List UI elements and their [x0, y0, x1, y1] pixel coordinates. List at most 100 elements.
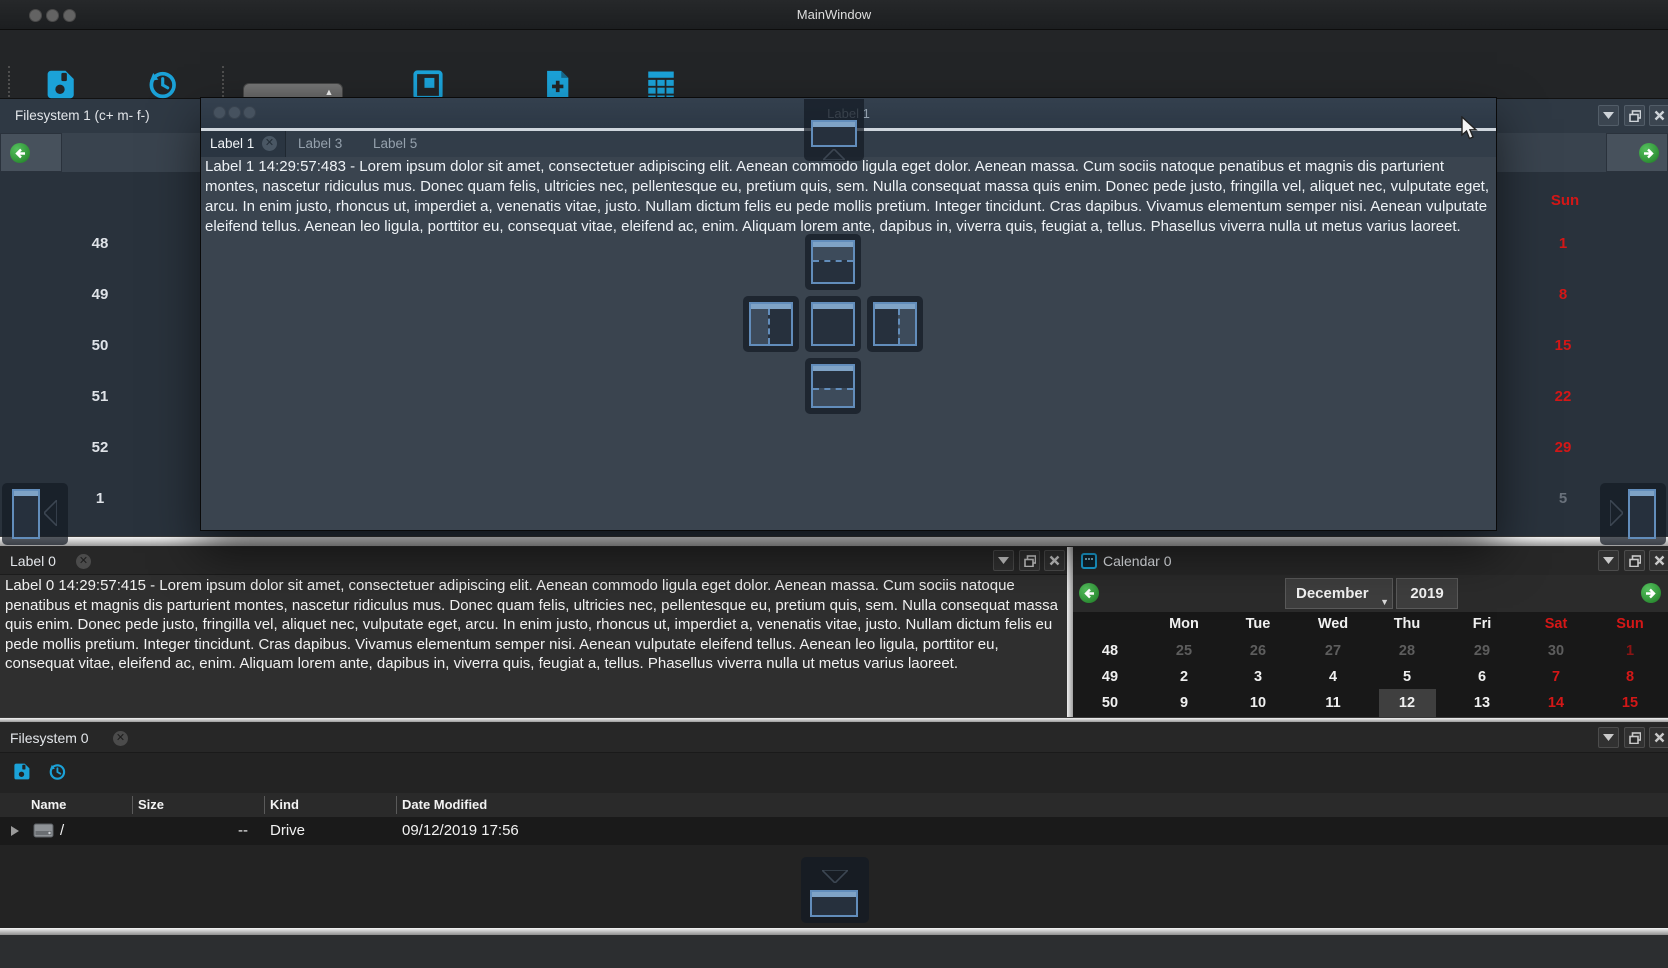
label0-tab[interactable]: Label 0: [10, 553, 56, 569]
calendar0-day-cell[interactable]: 28: [1377, 643, 1437, 659]
drop-left-indicator[interactable]: [743, 296, 799, 352]
calendar1-week-number: 52: [80, 439, 120, 456]
dock-float-button[interactable]: [1019, 550, 1040, 571]
cell-kind: Drive: [270, 822, 305, 839]
calendar0-week-number: 49: [1080, 669, 1140, 685]
calendar0-day-cell[interactable]: 29: [1452, 643, 1512, 659]
column-divider[interactable]: [396, 796, 397, 814]
calendar1-prev-button[interactable]: [0, 133, 62, 172]
calendar1-sunday-date[interactable]: 15: [1543, 337, 1583, 354]
calendar0-day-cell[interactable]: 27: [1303, 643, 1363, 659]
calendar0-day-cell[interactable]: 11: [1303, 695, 1363, 711]
calendar0-day-cell[interactable]: 1: [1600, 643, 1660, 659]
drop-top-indicator[interactable]: [805, 234, 861, 290]
calendar0-day-cell[interactable]: 9: [1154, 695, 1214, 711]
label0-titlebar[interactable]: Label 0 ✕: [0, 547, 1067, 575]
dock-menu-button[interactable]: [1598, 550, 1619, 571]
calendar1-sunday-date[interactable]: 8: [1543, 286, 1583, 303]
calendar0-day-cell[interactable]: 15: [1600, 695, 1660, 711]
main-toolbar: Save State Restore State ▲▼ Create Persp…: [0, 30, 1668, 99]
calendar0-week-number: 48: [1080, 643, 1140, 659]
prev-month-button[interactable]: [1079, 583, 1099, 603]
calendar0-day-cell[interactable]: 6: [1452, 669, 1512, 685]
calendar0-day-cell[interactable]: 5: [1377, 669, 1437, 685]
horizontal-splitter[interactable]: [0, 536, 1668, 547]
tab-label: Label 3: [298, 136, 342, 151]
mouse-cursor-icon: [1460, 116, 1480, 147]
year-spinbox[interactable]: 2019: [1396, 578, 1458, 609]
floating-tab-label-5[interactable]: Label 5: [364, 131, 426, 157]
dock-menu-button[interactable]: [993, 550, 1014, 571]
calendar1-sunday-date[interactable]: 1: [1543, 235, 1583, 252]
dock-float-button[interactable]: [1624, 550, 1645, 571]
calendar0-day-cell[interactable]: 2: [1154, 669, 1214, 685]
calendar0-titlebar[interactable]: Calendar 0: [1073, 547, 1668, 575]
cell-name: /: [60, 822, 64, 839]
file-table-row[interactable]: / -- Drive 09/12/2019 17:56: [0, 817, 1668, 845]
dock-close-button[interactable]: [1649, 727, 1668, 748]
next-month-icon: [1639, 143, 1659, 163]
save-icon[interactable]: [12, 762, 31, 786]
edge-right-indicator[interactable]: [1600, 483, 1666, 545]
cell-date-modified: 09/12/2019 17:56: [402, 822, 519, 839]
calendar0-day-cell[interactable]: 25: [1154, 643, 1214, 659]
tab-close-icon[interactable]: ✕: [262, 136, 277, 151]
calendar0-day-cell[interactable]: 3: [1228, 669, 1288, 685]
drop-center-indicator[interactable]: [805, 296, 861, 352]
edge-bottom-indicator[interactable]: [801, 857, 869, 923]
drop-bottom-indicator[interactable]: [805, 358, 861, 414]
tab-label: Label 5: [373, 136, 417, 151]
floating-tab-label-1[interactable]: Label 1✕: [201, 131, 286, 157]
calendar1-sunday-date[interactable]: 5: [1543, 490, 1583, 507]
drop-right-indicator[interactable]: [867, 296, 923, 352]
calendar1-sunday-date[interactable]: 22: [1543, 388, 1583, 405]
calendar0-day-cell[interactable]: 4: [1303, 669, 1363, 685]
filesystem0-toolbar: [0, 753, 1668, 791]
label0-tab-close-icon[interactable]: ✕: [76, 554, 91, 569]
column-date-modified[interactable]: Date Modified: [402, 797, 487, 812]
calendar0-day-cell[interactable]: 13: [1452, 695, 1512, 711]
edge-left-indicator[interactable]: [2, 483, 68, 545]
file-table-header[interactable]: Name Size Kind Date Modified: [0, 793, 1668, 817]
dock-close-button[interactable]: [1649, 105, 1668, 126]
dock-close-button[interactable]: [1649, 550, 1668, 571]
restore-history-icon[interactable]: [47, 762, 67, 787]
column-name[interactable]: Name: [31, 797, 66, 812]
calendar-window-icon: [1081, 553, 1097, 574]
chevron-down-icon: ▼: [1380, 597, 1389, 607]
dock-area-label0: Label 0 ✕ Label 0 14:29:57:415 - Lorem i…: [0, 547, 1067, 717]
dock-float-button[interactable]: [1624, 727, 1645, 748]
calendar0-day-cell[interactable]: 7: [1526, 669, 1586, 685]
status-bar: [0, 935, 1668, 968]
dock-menu-button[interactable]: [1598, 727, 1619, 748]
calendar1-next-button[interactable]: [1606, 133, 1668, 172]
dock-menu-button[interactable]: [1598, 105, 1619, 126]
column-divider[interactable]: [264, 796, 265, 814]
window-title: MainWindow: [0, 7, 1668, 22]
disclosure-triangle-icon[interactable]: [10, 824, 20, 841]
calendar0-day-cell[interactable]: 14: [1526, 695, 1586, 711]
dock-close-button[interactable]: [1044, 550, 1065, 571]
hard-drive-icon: [33, 821, 54, 844]
edge-top-indicator[interactable]: [804, 99, 864, 161]
day-header-mon: Mon: [1154, 616, 1214, 632]
filesystem0-tab-close-icon[interactable]: ✕: [113, 731, 128, 746]
calendar0-day-cell[interactable]: 8: [1600, 669, 1660, 685]
calendar1-sun-header: Sun: [1543, 192, 1587, 209]
calendar1-sunday-date[interactable]: 29: [1543, 439, 1583, 456]
column-divider[interactable]: [132, 796, 133, 814]
calendar0-day-cell[interactable]: 10: [1228, 695, 1288, 711]
month-dropdown[interactable]: December ▼: [1285, 578, 1393, 609]
filesystem1-title: Filesystem 1 (c+ m- f-): [15, 108, 150, 123]
dock-float-button[interactable]: [1624, 105, 1645, 126]
column-size[interactable]: Size: [138, 797, 164, 812]
next-month-button[interactable]: [1641, 583, 1661, 603]
filesystem0-titlebar[interactable]: Filesystem 0 ✕: [0, 723, 1668, 753]
filesystem0-tab[interactable]: Filesystem 0: [10, 730, 89, 746]
column-kind[interactable]: Kind: [270, 797, 299, 812]
calendar0-day-cell[interactable]: 30: [1526, 643, 1586, 659]
calendar0-day-cell[interactable]: 12: [1377, 695, 1437, 711]
calendar0-day-cell[interactable]: 26: [1228, 643, 1288, 659]
calendar1-week-number: 1: [80, 490, 120, 507]
floating-tab-label-3[interactable]: Label 3: [289, 131, 351, 157]
